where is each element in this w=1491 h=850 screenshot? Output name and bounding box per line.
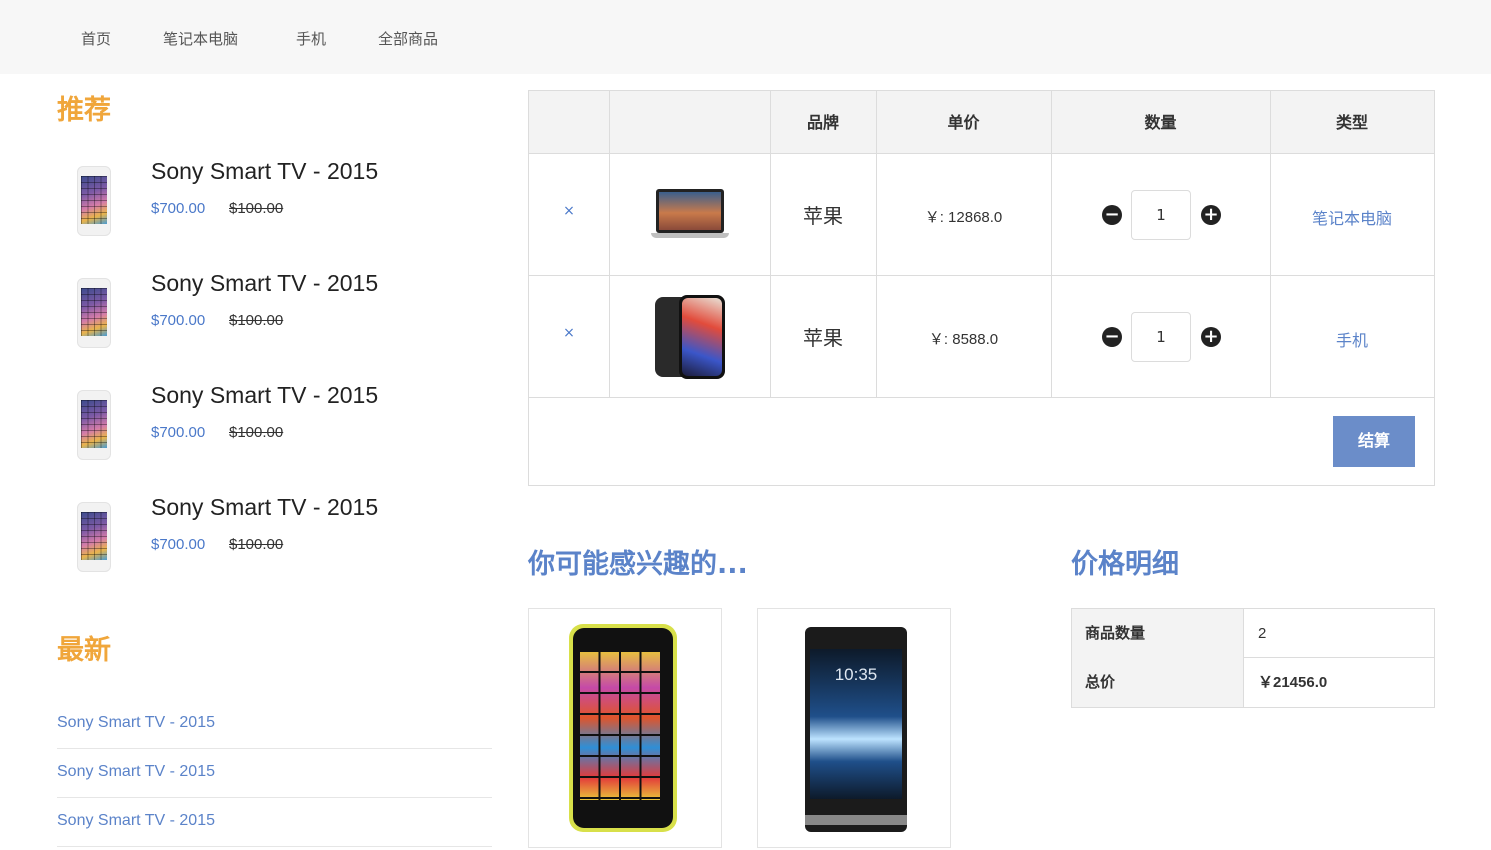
top-nav: 首页 笔记本电脑 手机 全部商品	[0, 0, 1491, 74]
detail-value: ￥21456.0	[1258, 674, 1328, 691]
recommend-item-name[interactable]: Sony Smart TV - 2015	[151, 270, 378, 297]
header-type: 类型	[1335, 113, 1368, 132]
latest-item-link[interactable]: Sony Smart TV - 2015	[57, 714, 215, 732]
recommend-item-name[interactable]: Sony Smart TV - 2015	[151, 158, 378, 185]
checkout-button[interactable]: 结算	[1333, 416, 1415, 467]
product-card[interactable]	[528, 608, 722, 848]
recommend-item-price: $700.00	[151, 536, 206, 553]
remove-item-button[interactable]: ×	[529, 325, 609, 341]
latest-item-link[interactable]: Sony Smart TV - 2015	[57, 812, 215, 830]
detail-row: 总价 ￥21456.0	[1072, 658, 1434, 707]
nav-item-laptops[interactable]: 笔记本电脑	[163, 28, 238, 49]
phone-thumbnail[interactable]	[77, 502, 111, 572]
quantity-input[interactable]: 1	[1131, 312, 1191, 362]
phone-thumbnail[interactable]	[77, 166, 111, 236]
phone-image[interactable]	[569, 624, 677, 832]
detail-label: 商品数量	[1072, 609, 1244, 658]
product-card[interactable]: 10:35	[757, 608, 951, 848]
nav-item-home[interactable]: 首页	[81, 28, 111, 49]
recommend-item[interactable]: Sony Smart TV - 2015 $700.00 $100.00	[57, 382, 497, 482]
nav-item-phones[interactable]: 手机	[296, 28, 326, 49]
detail-value: 2	[1258, 625, 1267, 642]
cart-item-type-link[interactable]: 笔记本电脑	[1270, 205, 1434, 229]
cart-table: 品牌 单价 数量 类型 × 苹果 ￥: 12868.0 − 1 + 笔记本电脑 …	[528, 90, 1435, 486]
recommend-item-old-price: $100.00	[229, 200, 284, 217]
phone-thumbnail[interactable]	[77, 390, 111, 460]
header-quantity: 数量	[1144, 113, 1177, 132]
recommend-item-name[interactable]: Sony Smart TV - 2015	[151, 382, 378, 409]
recommend-item-name[interactable]: Sony Smart TV - 2015	[151, 494, 378, 521]
interests-title: 你可能感兴趣的...	[528, 549, 748, 580]
recommend-item-old-price: $100.00	[229, 536, 284, 553]
recommend-item-price: $700.00	[151, 200, 206, 217]
header-unit-price: 单价	[947, 113, 980, 132]
recommend-title: 推荐	[57, 95, 111, 126]
latest-item[interactable]: Sony Smart TV - 2015	[57, 798, 492, 847]
nav-item-all-products[interactable]: 全部商品	[378, 28, 438, 49]
cart-item-price: ￥: 8588.0	[928, 331, 999, 348]
phone-clock-text: 10:35	[834, 665, 878, 684]
recommend-item-old-price: $100.00	[229, 424, 284, 441]
cart-item-price: ￥: 12868.0	[924, 209, 1003, 226]
minus-circle-icon[interactable]: −	[1102, 327, 1122, 347]
plus-circle-icon[interactable]: +	[1201, 205, 1221, 225]
recommend-item-old-price: $100.00	[229, 312, 284, 329]
header-brand: 品牌	[806, 113, 839, 132]
recommend-item[interactable]: Sony Smart TV - 2015 $700.00 $100.00	[57, 494, 497, 594]
plus-circle-icon[interactable]: +	[1201, 327, 1221, 347]
price-detail-title: 价格明细	[1071, 549, 1179, 580]
phone-thumbnail[interactable]	[77, 278, 111, 348]
recommend-item-price: $700.00	[151, 424, 206, 441]
latest-title: 最新	[57, 635, 111, 666]
minus-circle-icon[interactable]: −	[1102, 205, 1122, 225]
iphone-icon[interactable]	[655, 295, 727, 379]
cart-item-brand: 苹果	[803, 326, 843, 350]
price-detail-table: 商品数量 2 总价 ￥21456.0	[1071, 608, 1435, 708]
detail-label: 总价	[1072, 658, 1244, 707]
latest-item[interactable]: Sony Smart TV - 2015	[57, 700, 492, 749]
recommend-item-price: $700.00	[151, 312, 206, 329]
detail-row: 商品数量 2	[1072, 609, 1434, 658]
cart-item-type-link[interactable]: 手机	[1270, 327, 1434, 351]
cart-item-brand: 苹果	[803, 204, 843, 228]
laptop-icon[interactable]	[651, 189, 729, 239]
recommend-item[interactable]: Sony Smart TV - 2015 $700.00 $100.00	[57, 270, 497, 370]
recommend-item[interactable]: Sony Smart TV - 2015 $700.00 $100.00	[57, 158, 497, 258]
phone-image[interactable]: 10:35	[805, 627, 907, 832]
latest-item-link[interactable]: Sony Smart TV - 2015	[57, 763, 215, 781]
quantity-input[interactable]: 1	[1131, 190, 1191, 240]
remove-item-button[interactable]: ×	[529, 203, 609, 219]
latest-item[interactable]: Sony Smart TV - 2015	[57, 749, 492, 798]
